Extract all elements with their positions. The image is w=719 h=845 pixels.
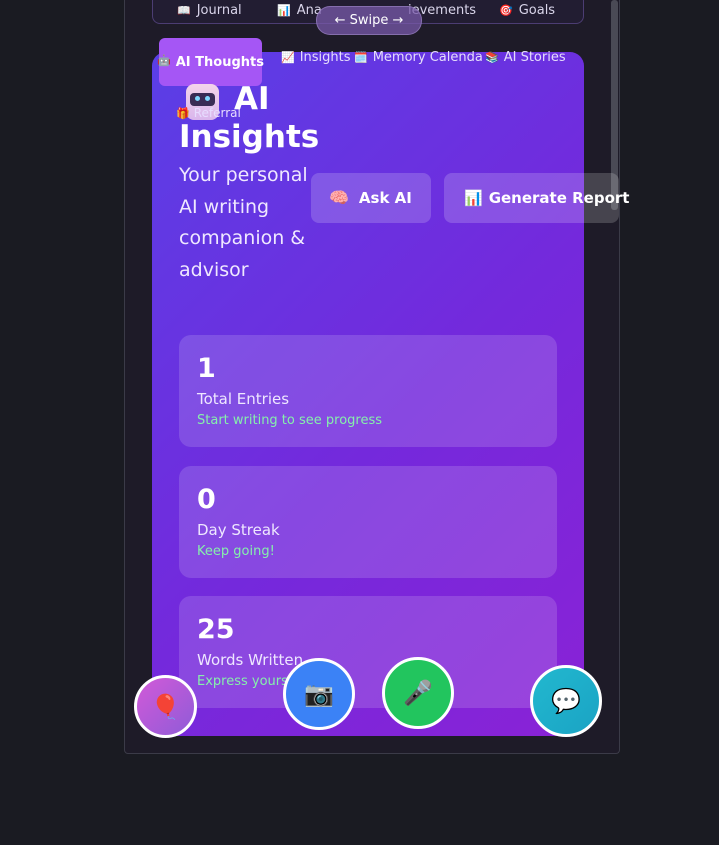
stat-hint: Express yours: [197, 674, 288, 689]
stat-label: Words Written: [197, 651, 304, 669]
brain-icon: 🧠: [329, 188, 349, 207]
stat-value: 0: [197, 484, 216, 515]
generate-report-button[interactable]: 📊 Generate Report: [444, 173, 629, 223]
balloon-icon: 🎈: [150, 692, 181, 721]
page-subtitle: Your personal AI writing companion & adv…: [179, 164, 308, 281]
nav-item-label: Journal: [196, 3, 242, 18]
nav-item-label: Goals: [518, 3, 556, 18]
tab-label: AI Stories: [503, 50, 566, 65]
nav-item-goals[interactable]: 🎯 Goals: [499, 3, 555, 18]
tab-ai-stories[interactable]: 📚 AI Stories: [485, 50, 566, 65]
page-title: AI Insights: [179, 80, 319, 156]
nav-item-analytics[interactable]: 📊 Ana: [277, 3, 322, 18]
microphone-icon: 🎤: [403, 679, 433, 707]
stat-hint: Start writing to see progress: [197, 413, 383, 428]
ask-ai-label: Ask AI: [358, 189, 412, 207]
mic-button[interactable]: 🎤: [382, 657, 454, 729]
tab-label: AI Thoughts: [175, 55, 264, 70]
title-line-2: Insights: [179, 119, 320, 155]
chart-icon: 📊: [277, 4, 291, 17]
chat-button[interactable]: 💬: [530, 665, 602, 737]
stat-card-day-streak: 0 Day Streak Keep going!: [179, 466, 557, 578]
ask-ai-button[interactable]: 🧠 Ask AI: [311, 173, 431, 223]
tab-label: Memory Calenda: [372, 50, 483, 65]
calendar-icon: 🗓️: [354, 51, 368, 64]
book-icon: 📖: [177, 4, 191, 17]
books-icon: 📚: [485, 51, 499, 64]
camera-button[interactable]: 📷: [283, 658, 355, 730]
camera-icon: 📷: [304, 680, 334, 708]
stat-card-words-written: 25 Words Written Express yours: [179, 596, 557, 708]
nav-item-journal[interactable]: 📖 Journal: [177, 3, 242, 18]
tab-ai-thoughts[interactable]: 🤖 AI Thoughts: [157, 38, 264, 86]
generate-report-label: Generate Report: [488, 189, 630, 207]
trend-icon: 📈: [281, 51, 295, 64]
swipe-hint: ← Swipe →: [316, 6, 422, 35]
chat-icon: 💬: [551, 687, 581, 715]
tab-label: Insights: [299, 50, 351, 65]
stat-card-total-entries: 1 Total Entries Start writing to see pro…: [179, 335, 557, 447]
tab-insights[interactable]: 📈 Insights: [281, 50, 351, 65]
stat-hint: Keep going!: [197, 544, 275, 559]
balloon-button[interactable]: 🎈: [134, 675, 197, 738]
chart-icon: 📊: [464, 188, 483, 207]
stat-value: 25: [197, 614, 235, 645]
title-line-1: AI: [234, 81, 270, 117]
tab-memory-calendar[interactable]: 🗓️ Memory Calenda: [354, 50, 483, 65]
stat-value: 1: [197, 353, 216, 384]
robot-icon: 🤖: [157, 54, 171, 67]
stat-label: Total Entries: [197, 390, 290, 408]
target-icon: 🎯: [499, 4, 513, 17]
stat-label: Day Streak: [197, 521, 280, 539]
